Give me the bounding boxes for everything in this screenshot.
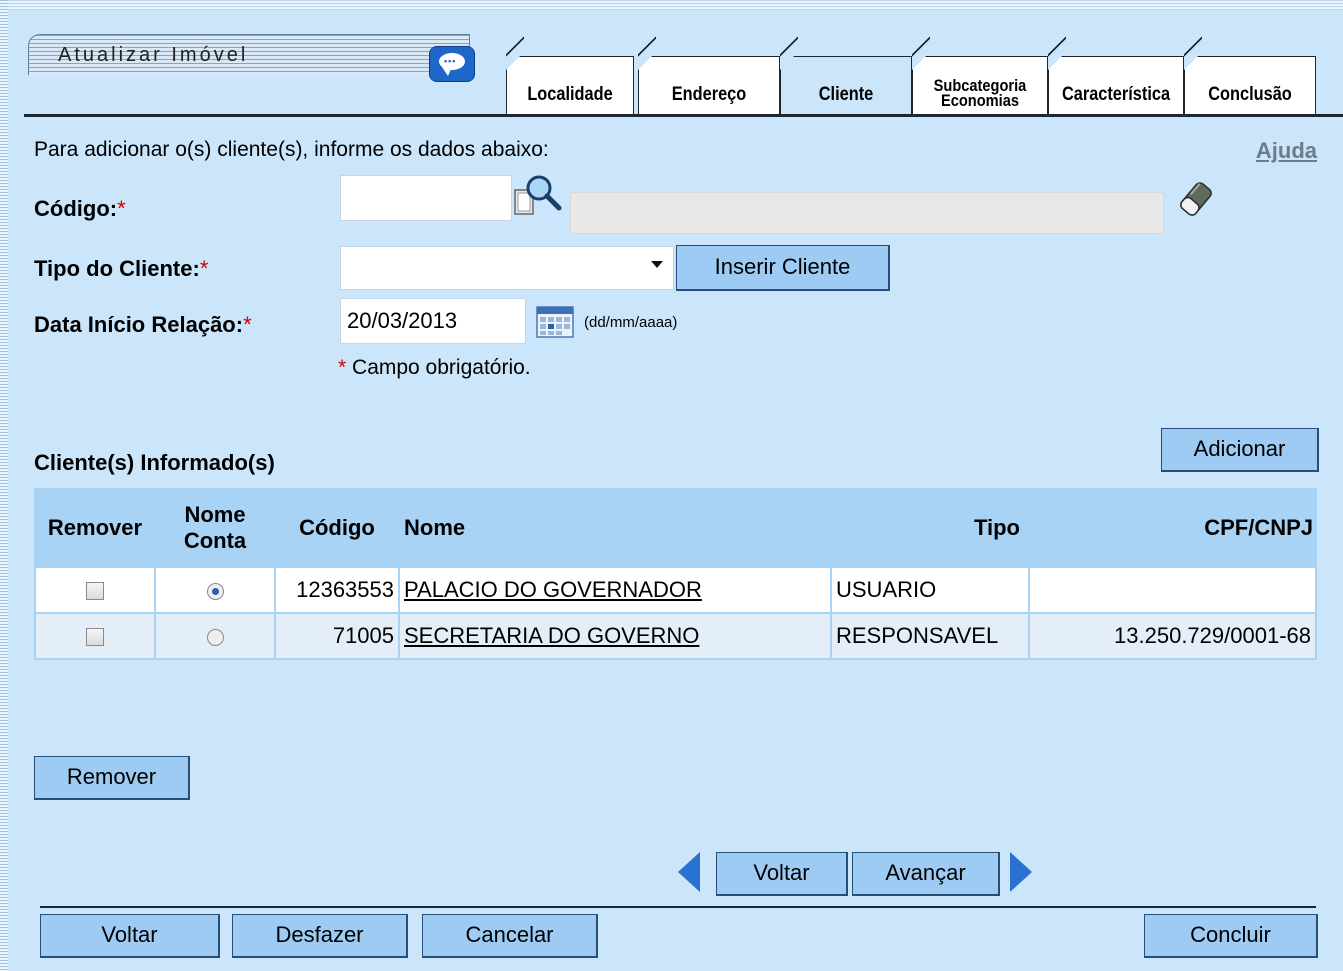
col-header-nome: Nome bbox=[400, 490, 830, 566]
client-name-link[interactable]: PALACIO DO GOVERNADOR bbox=[404, 577, 702, 602]
tab-caracteristica[interactable]: Característica bbox=[1048, 34, 1184, 116]
tab-endereco[interactable]: Endereço bbox=[638, 34, 780, 116]
wizard-next-button[interactable]: Avançar bbox=[852, 852, 1000, 896]
tab-label: Conclusão bbox=[1208, 84, 1292, 105]
inserir-cliente-button[interactable]: Inserir Cliente bbox=[676, 245, 890, 291]
col-header-nome-conta: Nome Conta bbox=[156, 490, 274, 566]
cpf-cell: 13.250.729/0001-68 bbox=[1030, 614, 1315, 658]
date-format-hint: (dd/mm/aaaa) bbox=[584, 314, 678, 331]
chat-dots: ••• bbox=[444, 56, 457, 66]
required-mark: * bbox=[199, 256, 209, 281]
clients-table: Remover Nome Conta Código Nome Tipo CPF/… bbox=[34, 488, 1317, 660]
eraser-icon[interactable] bbox=[1174, 176, 1218, 222]
help-link[interactable]: Ajuda bbox=[1256, 138, 1317, 164]
codigo-input[interactable] bbox=[340, 175, 512, 221]
nome-cell: PALACIO DO GOVERNADOR bbox=[400, 568, 830, 612]
tipo-cliente-label: Tipo do Cliente:* bbox=[34, 256, 209, 281]
remover-button[interactable]: Remover bbox=[34, 756, 190, 800]
tab-conclusao[interactable]: Conclusão bbox=[1184, 34, 1316, 116]
intro-text: Para adicionar o(s) cliente(s), informe … bbox=[34, 138, 549, 161]
tab-label: Localidade bbox=[527, 84, 613, 105]
table-row: 12363553 PALACIO DO GOVERNADOR USUARIO bbox=[36, 568, 1315, 612]
tab-localidade[interactable]: Localidade bbox=[506, 34, 634, 116]
nome-conta-radio[interactable] bbox=[206, 628, 224, 646]
cpf-cell bbox=[1030, 568, 1315, 612]
table-header-row: Remover Nome Conta Código Nome Tipo CPF/… bbox=[36, 490, 1315, 566]
remove-cell bbox=[36, 568, 154, 612]
concluir-button[interactable]: Concluir bbox=[1144, 914, 1318, 958]
col-header-tipo: Tipo bbox=[832, 490, 1028, 566]
arrow-left-icon[interactable] bbox=[678, 852, 700, 892]
footer-divider bbox=[40, 906, 1316, 908]
desfazer-button[interactable]: Desfazer bbox=[232, 914, 408, 958]
codigo-cell: 71005 bbox=[276, 614, 398, 658]
remove-checkbox[interactable] bbox=[86, 628, 104, 647]
adicionar-button[interactable]: Adicionar bbox=[1161, 428, 1319, 472]
data-inicio-input[interactable] bbox=[340, 298, 526, 344]
col-header-codigo: Código bbox=[276, 490, 398, 566]
codigo-description-field bbox=[570, 192, 1164, 234]
tab-label: Característica bbox=[1061, 84, 1171, 105]
tab-cliente[interactable]: Cliente bbox=[780, 34, 912, 116]
tab-subcategoria-economias[interactable]: Subcategoria Economias bbox=[912, 34, 1048, 116]
footer-voltar-button[interactable]: Voltar bbox=[40, 914, 220, 958]
nome-conta-radio[interactable] bbox=[206, 582, 224, 600]
cancelar-button[interactable]: Cancelar bbox=[422, 914, 598, 958]
required-mark: * bbox=[117, 196, 126, 221]
chat-bubble-tail bbox=[442, 67, 452, 76]
clients-section-title: Cliente(s) Informado(s) bbox=[34, 450, 275, 475]
chevron-down-icon bbox=[651, 261, 663, 268]
col-header-cpf-cnpj: CPF/CNPJ bbox=[1030, 490, 1315, 566]
tipo-cell: RESPONSAVEL bbox=[832, 614, 1028, 658]
tab-label: Cliente bbox=[818, 84, 874, 105]
tabs-divider bbox=[24, 114, 1343, 117]
page-title: Atualizar Imóvel bbox=[58, 44, 249, 66]
nome-cell: SECRETARIA DO GOVERNO bbox=[400, 614, 830, 658]
calendar-icon[interactable] bbox=[536, 306, 574, 338]
update-property-panel: Atualizar Imóvel ••• Localidade Endereço… bbox=[24, 10, 1343, 971]
remove-cell bbox=[36, 614, 154, 658]
remove-checkbox[interactable] bbox=[86, 582, 104, 601]
required-mark: * bbox=[243, 312, 252, 337]
top-border-decoration bbox=[0, 0, 1343, 10]
left-border-decoration bbox=[0, 0, 8, 971]
nome-conta-cell bbox=[156, 614, 274, 658]
tab-label: Subcategoria Economias bbox=[933, 76, 1027, 110]
required-note: * Campo obrigatório. bbox=[338, 356, 531, 379]
tipo-cell: USUARIO bbox=[832, 568, 1028, 612]
codigo-label: Código:* bbox=[34, 196, 126, 221]
search-magnifier-icon[interactable] bbox=[512, 172, 562, 220]
wizard-back-button[interactable]: Voltar bbox=[716, 852, 848, 896]
col-header-remover: Remover bbox=[36, 490, 154, 566]
tipo-cliente-select[interactable] bbox=[340, 246, 674, 290]
client-name-link[interactable]: SECRETARIA DO GOVERNO bbox=[404, 623, 699, 648]
nome-conta-cell bbox=[156, 568, 274, 612]
codigo-cell: 12363553 bbox=[276, 568, 398, 612]
table-row: 71005 SECRETARIA DO GOVERNO RESPONSAVEL … bbox=[36, 614, 1315, 658]
chat-icon[interactable]: ••• bbox=[429, 46, 475, 82]
data-inicio-label: Data Início Relação:* bbox=[34, 312, 252, 337]
tab-label: Endereço bbox=[671, 84, 747, 105]
arrow-right-icon[interactable] bbox=[1010, 852, 1032, 892]
